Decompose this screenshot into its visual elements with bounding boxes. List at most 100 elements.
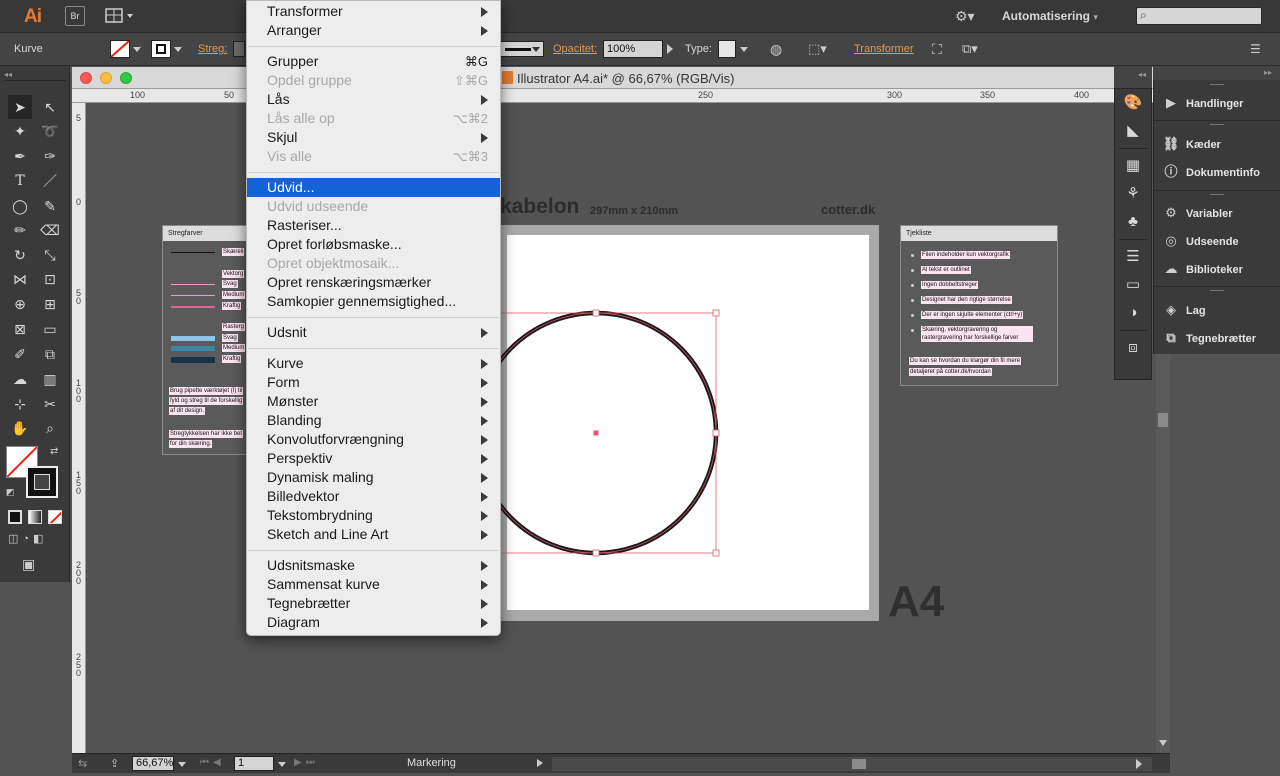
scale-tool-icon[interactable]: ⤡ (38, 243, 62, 267)
scrollbar-thumb[interactable] (852, 759, 866, 769)
menu-item-moenster[interactable]: Mønster (247, 392, 500, 411)
collapse-panel-icon[interactable]: ◂◂ (4, 70, 12, 79)
swap-fill-stroke-icon[interactable]: ⇄ (50, 446, 58, 457)
swatches-icon[interactable]: ▦ (1115, 152, 1151, 180)
panel-grip[interactable] (1210, 194, 1224, 195)
free-transform-tool-icon[interactable]: ⊡ (38, 267, 62, 291)
gradient-mode-icon[interactable] (28, 510, 42, 524)
menu-item-sammensat-kurve[interactable]: Sammensat kurve (247, 575, 500, 594)
screen-mode-icon[interactable]: ▣ (22, 556, 35, 573)
panel-actions[interactable]: ▶ Handlinger (1162, 92, 1280, 114)
horizontal-ruler[interactable]: 100 50 250 300 350 400 (72, 89, 1170, 103)
pencil-tool-icon[interactable]: ✏ (8, 218, 32, 242)
scrollbar-thumb[interactable] (1158, 413, 1168, 427)
paintbrush-tool-icon[interactable]: ✎ (38, 194, 62, 218)
search-input[interactable]: ⌕ (1136, 7, 1262, 25)
panel-grip[interactable] (1210, 84, 1224, 85)
symbols-icon[interactable]: ♣ (1115, 208, 1151, 236)
export-panel-icon[interactable]: ⧈ (1115, 334, 1151, 362)
scroll-right-arrow-icon[interactable] (1136, 759, 1142, 769)
rotate-tool-icon[interactable]: ↻ (8, 243, 32, 267)
gradient-tool-icon[interactable]: ▭ (38, 317, 62, 341)
menu-item-diagram[interactable]: Diagram (247, 613, 500, 632)
menu-item-tegnebraetter[interactable]: Tegnebrætter (247, 594, 500, 613)
brush-definition-select[interactable] (500, 41, 544, 57)
artboard-number-input[interactable]: 1 (234, 756, 274, 771)
menu-item-samkopier-gennemsigtighed[interactable]: Samkopier gennemsigtighed... (247, 292, 500, 311)
menu-item-sketch-and-line-art[interactable]: Sketch and Line Art (247, 525, 500, 544)
opacity-input[interactable]: 100% (603, 40, 663, 58)
panel-variables[interactable]: ⚙ Variabler (1162, 202, 1280, 224)
panel-appearance[interactable]: ◎ Udseende (1162, 230, 1280, 252)
zoom-window-button[interactable] (120, 72, 132, 84)
color-mode-icon[interactable] (8, 510, 22, 524)
ellipse-tool-icon[interactable]: ◯ (8, 194, 32, 218)
menu-item-dynamisk-maling[interactable]: Dynamisk maling (247, 468, 500, 487)
collapse-panels-icon[interactable]: ▸▸ (1264, 68, 1272, 77)
menu-item-udsnit[interactable]: Udsnit (247, 323, 500, 342)
stroke-swatch[interactable] (151, 40, 171, 58)
lasso-tool-icon[interactable]: ➰ (38, 119, 62, 143)
menu-item-udsnitsmaske[interactable]: Udsnitsmaske (247, 556, 500, 575)
touch-workspace-icon[interactable]: ⚙▾ (955, 8, 975, 25)
transform-link[interactable]: Transformer (854, 43, 914, 55)
pen-tool-icon[interactable]: ✒ (8, 144, 32, 168)
width-tool-icon[interactable]: ⋈ (8, 267, 32, 291)
eyedropper-tool-icon[interactable]: ✐ (8, 342, 32, 366)
close-window-button[interactable] (80, 72, 92, 84)
style-dropdown-icon[interactable] (740, 47, 748, 52)
panel-document-info[interactable]: ⓘ Dokumentinfo (1162, 161, 1280, 183)
default-fill-stroke-icon[interactable]: ◩ (6, 487, 15, 498)
status-menu-arrow-icon[interactable] (537, 759, 543, 767)
panel-layers[interactable]: ◈ Lag (1162, 299, 1280, 321)
menu-item-tekstombrydning[interactable]: Tekstombrydning (247, 506, 500, 525)
share-icon[interactable]: ⇪ (110, 757, 119, 770)
direct-selection-tool-icon[interactable]: ↖ (38, 95, 62, 119)
menu-item-laas[interactable]: Lås (247, 90, 500, 109)
type-tool-icon[interactable]: T (8, 169, 32, 193)
none-mode-icon[interactable] (48, 510, 62, 524)
stroke-dropdown-icon[interactable] (174, 47, 182, 52)
line-tool-icon[interactable]: ／ (38, 169, 62, 193)
selected-circle[interactable] (486, 303, 726, 563)
artboard-next-icon[interactable]: ▶⏭ (294, 757, 319, 768)
zoom-input[interactable]: 66,67% (132, 756, 174, 771)
menu-item-opret-forloebsmaske[interactable]: Opret forløbsmaske... (247, 235, 500, 254)
fill-swatch[interactable] (110, 40, 130, 58)
transparency-panel-icon[interactable]: ◑ (1115, 299, 1151, 327)
style-swatch[interactable] (718, 40, 736, 58)
panel-libraries[interactable]: ☁ Biblioteker (1162, 258, 1280, 280)
shape-builder-tool-icon[interactable]: ⊕ (8, 292, 32, 316)
zoom-dropdown-icon[interactable] (178, 762, 186, 767)
stroke-link[interactable]: Streg: (198, 43, 227, 55)
curvature-tool-icon[interactable]: ✑ (38, 144, 62, 168)
menu-item-kurve[interactable]: Kurve (247, 354, 500, 373)
panel-grip[interactable] (1210, 290, 1224, 291)
artboard-dropdown-icon[interactable] (278, 762, 286, 767)
menu-item-billedvektor[interactable]: Billedvektor (247, 487, 500, 506)
panel-artboards[interactable]: ⧉ Tegnebrætter (1162, 327, 1280, 349)
stroke-color-box[interactable] (26, 466, 58, 498)
scroll-down-arrow-icon[interactable] (1159, 740, 1167, 746)
stroke-weight-stepper[interactable] (233, 41, 245, 57)
panel-grip[interactable] (1210, 124, 1224, 125)
bridge-button[interactable]: Br (65, 6, 85, 26)
color-guide-icon[interactable]: ◣ (1115, 117, 1151, 145)
menu-item-blanding[interactable]: Blanding (247, 411, 500, 430)
menu-item-transformer[interactable]: Transformer (247, 2, 500, 21)
color-panel-icon[interactable]: 🎨 (1115, 89, 1151, 117)
hand-tool-icon[interactable]: ✋ (8, 416, 32, 440)
zoom-tool-icon[interactable]: ⌕ (38, 416, 62, 440)
vertical-ruler[interactable]: 5 0 5 0 1 0 0 1 5 0 2 0 0 2 5 0 (72, 103, 86, 753)
stroke-panel-icon[interactable]: ☰ (1115, 243, 1151, 271)
menu-item-opret-renskaeringsmaerker[interactable]: Opret renskæringsmærker (247, 273, 500, 292)
menu-item-grupper[interactable]: Grupper ⌘G (247, 52, 500, 71)
recolor-artwork-icon[interactable]: ◍ (770, 41, 782, 58)
magic-wand-tool-icon[interactable]: ✦ (8, 119, 32, 143)
blend-tool-icon[interactable]: ⧉ (38, 342, 62, 366)
opacity-slider-arrow-icon[interactable] (667, 44, 673, 54)
isolate-icon[interactable]: ⛶ (932, 41, 942, 58)
selection-tool-icon[interactable]: ➤ (8, 95, 32, 119)
horizontal-scrollbar[interactable] (552, 757, 1152, 771)
menu-item-konvolutforvraengning[interactable]: Konvolutforvrængning (247, 430, 500, 449)
